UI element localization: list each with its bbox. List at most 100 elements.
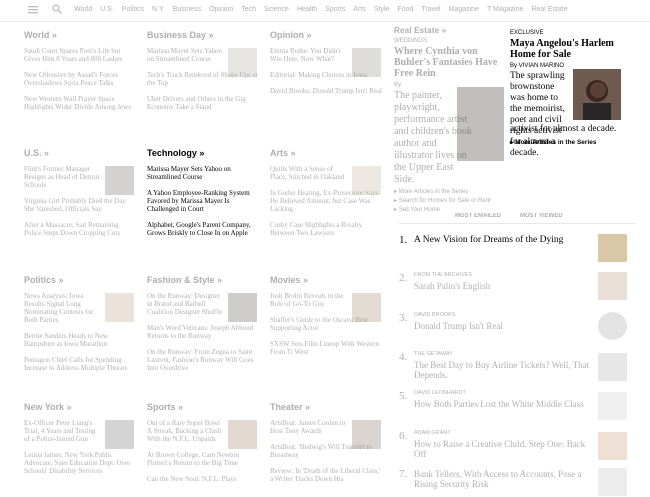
- story-thumbnail[interactable]: [598, 234, 627, 262]
- nav-item[interactable]: Politics: [122, 6, 144, 13]
- story-thumbnail[interactable]: [457, 87, 504, 161]
- nav-item[interactable]: T Magazine: [487, 6, 523, 13]
- homes-search-link[interactable]: ▸ Search for Homes for Sale or Rent: [394, 197, 506, 204]
- nav-item[interactable]: U.S.: [100, 6, 114, 13]
- headline-link[interactable]: Where Cynthia von Buhler's Fantasies Hav…: [394, 46, 506, 79]
- story-thumbnail[interactable]: [598, 468, 627, 496]
- section-title[interactable]: U.S. »: [24, 148, 136, 158]
- menu-icon[interactable]: [28, 5, 38, 16]
- story-thumbnail[interactable]: [352, 420, 381, 449]
- story-thumbnail[interactable]: [598, 432, 627, 460]
- story-thumbnail[interactable]: [352, 166, 381, 195]
- section-title[interactable]: Opinion »: [270, 30, 382, 40]
- story-thumbnail[interactable]: [228, 420, 257, 449]
- section-title[interactable]: Arts »: [270, 148, 382, 158]
- story-thumbnail[interactable]: [598, 392, 627, 420]
- nav-item[interactable]: Real Estate: [531, 6, 567, 13]
- exclusive-photo[interactable]: [573, 69, 621, 120]
- nav-item[interactable]: Travel: [421, 6, 440, 13]
- most-emailed-item[interactable]: 6. ADAM GRANT How to Raise a Creative Ch…: [399, 430, 635, 462]
- story-thumbnail[interactable]: [352, 293, 381, 322]
- story-thumbnail[interactable]: [598, 312, 627, 340]
- nav-item[interactable]: Arts: [353, 6, 365, 13]
- story-link[interactable]: After a Massacre, Sait Remaining Police …: [24, 221, 136, 237]
- story-thumbnail[interactable]: [228, 48, 257, 77]
- section-title[interactable]: Politics »: [24, 275, 136, 285]
- headline-link[interactable]: How Both Parties Lost the White Middle C…: [414, 399, 594, 409]
- headline-link[interactable]: Donald Trump Isn't Real: [414, 321, 594, 331]
- nav-item[interactable]: Tech: [241, 6, 256, 13]
- story-link[interactable]: Flint's Former Manager Resigns as Head o…: [24, 165, 102, 189]
- nav-item[interactable]: Opinion: [209, 6, 233, 13]
- section-title[interactable]: Fashion & Style »: [147, 275, 259, 285]
- headline-link[interactable]: A New Vision for Dreams of the Dying: [414, 235, 594, 245]
- story-thumbnail[interactable]: [598, 353, 627, 381]
- story-link[interactable]: SXSW Sets Film Lineup With Western From …: [270, 340, 382, 356]
- link-label[interactable]: More Articles in the Series: [399, 189, 469, 195]
- story-link[interactable]: Man's Word Veterans: Joseph Abboud Retur…: [147, 324, 259, 340]
- story-link[interactable]: Review: In 'Death of the Liberal Class,'…: [270, 467, 382, 483]
- search-icon[interactable]: [52, 4, 62, 16]
- story-thumbnail[interactable]: [352, 48, 381, 77]
- tab-most-emailed[interactable]: MOST EMAILED: [455, 213, 501, 219]
- story-link[interactable]: On the Runway: Designer in Brand and Bar…: [147, 292, 225, 316]
- link-label[interactable]: More Articles in the Series: [515, 139, 596, 146]
- story-link[interactable]: Quilts With a Sense of Place, Stitched i…: [270, 165, 348, 181]
- story-link[interactable]: Josh Brolin Reveals in the Role of Go-To…: [270, 292, 350, 308]
- story-link[interactable]: Marissa Mayer Sets Yahoo on Streamlined …: [147, 47, 227, 63]
- section-title[interactable]: Theater »: [270, 402, 382, 412]
- story-thumbnail[interactable]: [105, 166, 134, 195]
- nav-item[interactable]: Science: [264, 6, 289, 13]
- most-emailed-item[interactable]: 4. THE GETAWAY The Best Day to Buy Airli…: [399, 351, 635, 383]
- story-link[interactable]: On the Runway: From Zegna to Saint Laure…: [147, 348, 259, 372]
- nav-item[interactable]: Health: [297, 6, 317, 13]
- nav-item[interactable]: N.Y.: [152, 6, 165, 13]
- tab-most-viewed[interactable]: MOST VIEWED: [520, 213, 563, 219]
- story-link[interactable]: Alphabet, Google's Parent Company, Grows…: [147, 221, 259, 237]
- most-emailed-item[interactable]: 7. Bank Tellers, With Access to Accounts…: [399, 468, 635, 496]
- headline-link[interactable]: Sarah Palin's English: [414, 281, 594, 291]
- section-title[interactable]: World »: [24, 30, 134, 40]
- story-thumbnail[interactable]: [105, 420, 134, 449]
- more-articles-link[interactable]: ▸ More Articles in the Series: [394, 188, 506, 195]
- story-link[interactable]: A Yahoo Employee-Ranking System Favored …: [147, 189, 259, 213]
- story-link[interactable]: David Brooks: Donald Trump Isn't Real: [270, 87, 382, 95]
- story-link[interactable]: Saudi Court Spares Poet's Life but Gives…: [24, 47, 134, 63]
- most-emailed-item[interactable]: 1. A New Vision for Dreams of the Dying: [399, 234, 635, 264]
- story-link[interactable]: Marissa Mayer Sets Yahoo on Streamlined …: [147, 165, 259, 181]
- story-link[interactable]: Bernie Sanders Heads to New Hampshire as…: [24, 332, 136, 348]
- headline-link[interactable]: Bank Tellers, With Access to Accounts, P…: [414, 469, 594, 489]
- section-title[interactable]: Real Estate »: [394, 26, 506, 35]
- section-title[interactable]: Movies »: [270, 275, 382, 285]
- headline-link[interactable]: The Best Day to Buy Airline Tickets? Wel…: [414, 360, 594, 380]
- more-articles-link[interactable]: ▸ More Articles in the Series: [510, 138, 636, 146]
- most-emailed-item[interactable]: 2. FROM THE ARCHIVES Sarah Palin's Engli…: [399, 272, 635, 302]
- nav-item[interactable]: Style: [374, 6, 390, 13]
- section-title[interactable]: Sports »: [147, 402, 259, 412]
- story-thumbnail[interactable]: [598, 272, 627, 300]
- story-link[interactable]: Cosby Case Highlights a Rivalry Between …: [270, 221, 382, 237]
- story-link[interactable]: Can the New Soul: N.F.L. Plays: [147, 475, 259, 483]
- story-link[interactable]: Letitia James, New York Public Advocate,…: [24, 451, 136, 475]
- story-link[interactable]: Ex-Officer Peter Liang's Trial, 4 Years …: [24, 419, 102, 443]
- story-link[interactable]: Emma Rothe: You Didn't Win Here, Now Wha…: [270, 47, 350, 63]
- story-thumbnail[interactable]: [228, 293, 257, 322]
- story-link[interactable]: Pentagon Chief Calls for Spending Increa…: [24, 356, 136, 372]
- story-link[interactable]: ArtsBeat: James Corden to Host Tony Awar…: [270, 419, 348, 435]
- story-link[interactable]: At Brown College, Cam Newton Plotted a R…: [147, 451, 259, 467]
- nav-item[interactable]: World: [74, 6, 92, 13]
- story-link[interactable]: New Western Wall Prayer Space Highlights…: [24, 95, 134, 111]
- headline-link[interactable]: How to Raise a Creative Child. Step One:…: [414, 439, 594, 459]
- story-link[interactable]: Virginia Girl Probably Died the Day She …: [24, 197, 136, 213]
- story-link[interactable]: Out of a Rare Super Bowl X Streak, Backi…: [147, 419, 225, 443]
- story-thumbnail[interactable]: [105, 293, 134, 322]
- link-label[interactable]: Search for Homes for Sale or Rent: [399, 198, 491, 204]
- nav-item[interactable]: Sports: [325, 6, 345, 13]
- section-title[interactable]: Business Day »: [147, 30, 259, 40]
- most-emailed-item[interactable]: 5. DAVID LEONHARDT How Both Parties Lost…: [399, 390, 635, 422]
- story-link[interactable]: Uber Drivers and Others in the Gig Econo…: [147, 95, 259, 111]
- nav-item[interactable]: Magazine: [449, 6, 479, 13]
- nav-item[interactable]: Business: [173, 6, 201, 13]
- nav-item[interactable]: Food: [397, 6, 413, 13]
- section-title[interactable]: Technology »: [147, 148, 259, 158]
